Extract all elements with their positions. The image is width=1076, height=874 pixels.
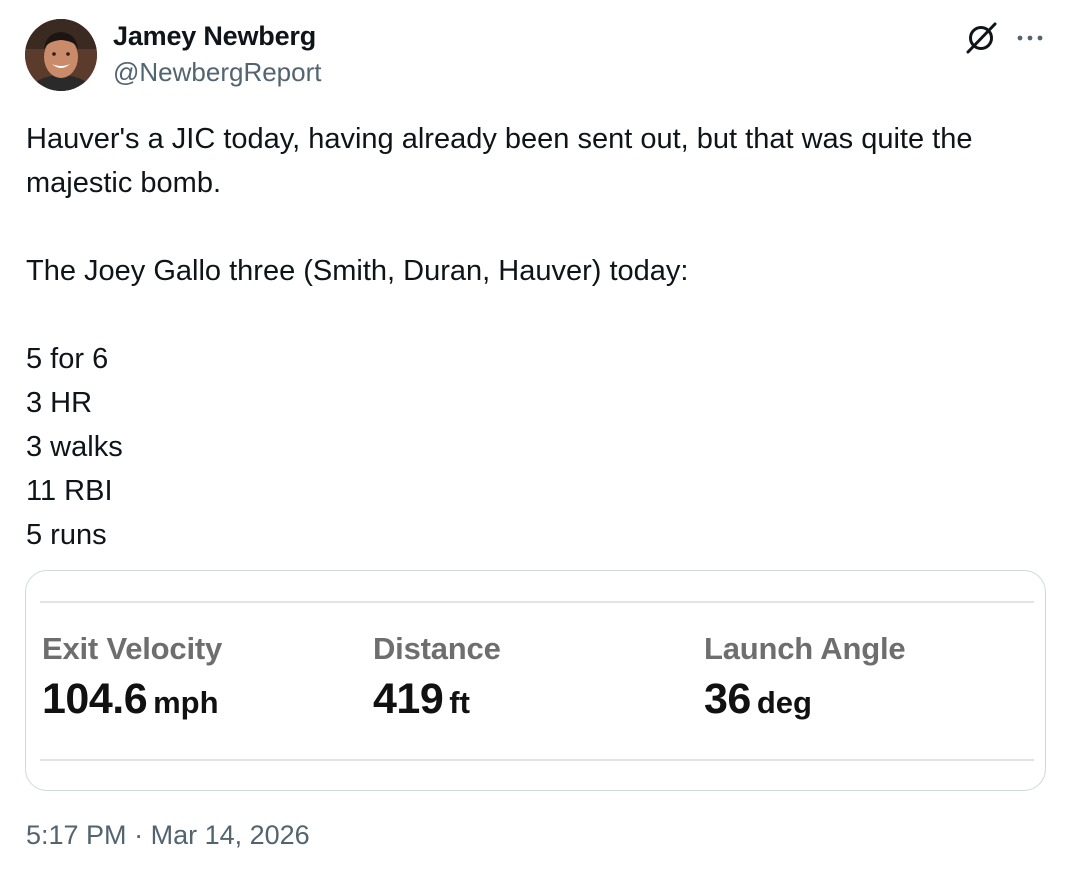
tweet: Jamey Newberg @NewbergReport Hauver's a … (0, 0, 1076, 874)
tweet-time[interactable]: 5:17 PM (26, 820, 127, 850)
media-card[interactable]: Exit Velocity 104.6 mph Distance 419 ft La… (25, 570, 1046, 791)
tweet-line: 5 for 6 (26, 343, 109, 375)
stat-label: Distance (373, 631, 501, 666)
stat-value: 104.6 mph (42, 675, 222, 724)
tweet-timestamp: 5:17 PM · Mar 14, 2026 (26, 820, 310, 851)
tweet-line: majestic bomb. (26, 167, 222, 199)
stat-unit: deg (756, 685, 812, 720)
stat-distance: Distance 419 ft (373, 631, 501, 724)
stat-value: 36 deg (704, 675, 905, 724)
grok-icon[interactable] (962, 19, 1000, 57)
stat-label: Launch Angle (704, 631, 906, 666)
stat-launch-angle: Launch Angle 36 deg (704, 631, 906, 724)
stat-number: 419 (373, 675, 444, 723)
author-display-name[interactable]: Jamey Newberg (113, 21, 316, 52)
tweet-text: Hauver's a JIC today, having already bee… (26, 117, 1056, 557)
author-handle[interactable]: @NewbergReport (113, 57, 321, 88)
avatar[interactable] (25, 19, 97, 91)
profile-photo-icon (25, 19, 97, 91)
tweet-line: 3 HR (26, 387, 93, 419)
tweet-line: The Joey Gallo three (Smith, Duran, Hauv… (26, 255, 689, 287)
timestamp-separator: · (134, 820, 144, 850)
tweet-date[interactable]: Mar 14, 2026 (151, 820, 310, 850)
card-divider (40, 601, 1034, 603)
stat-unit: ft (449, 685, 470, 720)
tweet-line: 3 walks (26, 431, 123, 463)
stat-number: 104.6 (42, 675, 148, 723)
more-dots-icon[interactable] (1014, 22, 1046, 54)
stat-unit: mph (153, 685, 219, 720)
tweet-line: Hauver's a JIC today, having already bee… (26, 123, 973, 155)
stat-value: 419 ft (373, 675, 501, 724)
tweet-line: 11 RBI (26, 475, 113, 507)
stat-exit-velocity: Exit Velocity 104.6 mph (42, 631, 222, 724)
card-divider (40, 759, 1034, 761)
stat-number: 36 (704, 675, 751, 723)
tweet-line: 5 runs (26, 519, 107, 551)
stat-label: Exit Velocity (42, 631, 223, 666)
